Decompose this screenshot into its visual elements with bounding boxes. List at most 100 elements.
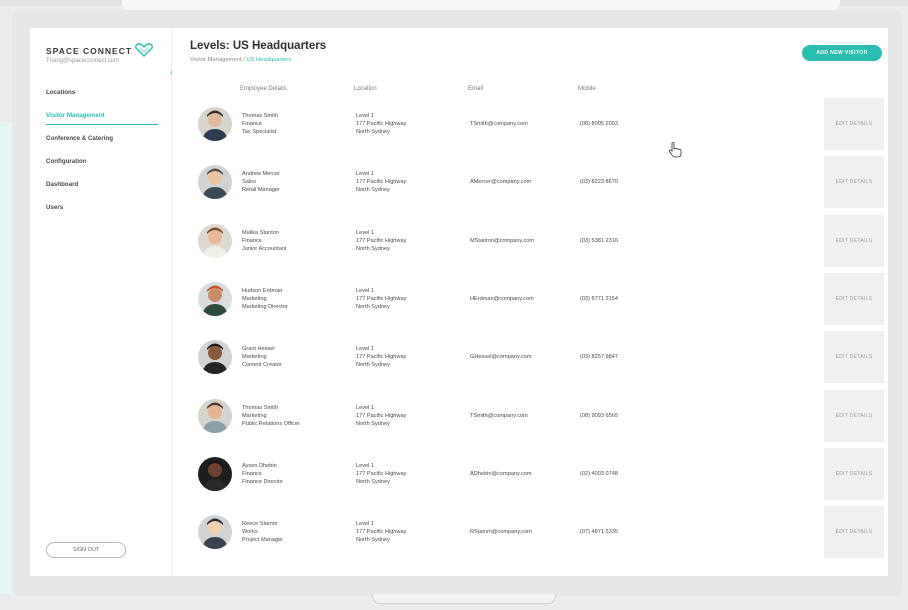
employee-department: Sales	[242, 179, 256, 186]
column-header-employee[interactable]: Employee Details	[240, 86, 287, 92]
location-suburb: North Sydney	[356, 187, 390, 194]
location-details: Level 1 177 Pacific Highway North Sydney	[356, 345, 406, 369]
edit-details-button[interactable]: EDIT DETAILS	[824, 447, 884, 500]
table-row[interactable]: Thomas Smith Marketing Public Relations …	[190, 389, 884, 442]
edit-details-button[interactable]: EDIT DETAILS	[824, 214, 884, 267]
mobile: (03) 8257 9847	[580, 354, 618, 361]
employee-name: Andrew Mercer	[242, 171, 280, 178]
location-details: Level 1 177 Pacific Highway North Sydney	[356, 520, 406, 544]
location-suburb: North Sydney	[356, 478, 390, 485]
mobile: (08) 8005 2093	[580, 121, 618, 127]
column-header-mobile[interactable]: Mobile	[578, 86, 596, 92]
location-details: Level 1 177 Pacific Highway North Sydney	[356, 462, 406, 486]
location-level: Level 1	[356, 521, 375, 528]
chevron-left-icon[interactable]: ‹	[170, 68, 176, 78]
person-icon	[198, 223, 232, 258]
app-screen: SPACE CONNECT Tnang@spaceconnect.com ‹ L…	[30, 28, 888, 576]
page-title: Levels: US Headquarters	[190, 40, 327, 52]
mobile: (03) 6771 2154	[580, 295, 618, 302]
sidebar-item-configuration[interactable]: Configuration	[46, 155, 158, 178]
employee-department: Finance	[242, 470, 262, 477]
employee-role: Tax Specialist	[242, 129, 277, 135]
location-level: Level 1	[356, 346, 375, 353]
email[interactable]: RStamm@company.com	[470, 528, 532, 536]
email[interactable]: GHessel@company.com	[470, 353, 532, 361]
location-street: 177 Pacific Highway	[356, 179, 407, 186]
person-icon	[198, 398, 232, 433]
location-details: Level 1 177 Pacific Highway North Sydney	[356, 229, 406, 253]
table-row[interactable]: Grant Hessel Marketing Content Creator L…	[190, 331, 884, 384]
table-row[interactable]: Aysen Dhebin Finance Finance Director Le…	[190, 447, 884, 500]
sign-out-button[interactable]: SIGN OUT	[46, 542, 126, 558]
email[interactable]: ADhebin@company.com	[470, 470, 532, 478]
sidebar-item-locations[interactable]: Locations	[46, 86, 158, 109]
mobile: (08) 9093 6565	[580, 412, 618, 419]
location-details: Level 1 177 Pacific Highway North Sydney	[356, 404, 406, 428]
add-visitor-button[interactable]: ADD NEW VISITOR	[802, 45, 882, 61]
sidebar-item-users[interactable]: Users	[46, 201, 158, 224]
location-street: 177 Pacific Highway	[356, 470, 407, 477]
email[interactable]: AMercer@company.com	[470, 178, 531, 186]
avatar	[198, 165, 232, 200]
employee-details: Thomas Smith Marketing Public Relations …	[242, 404, 300, 428]
employee-role: Public Relations Officer	[242, 420, 301, 427]
breadcrumb: Visitor Management / US Headquarters	[190, 57, 291, 63]
location-street: 177 Pacific Highway	[356, 295, 407, 302]
employee-department: Marketing	[242, 295, 267, 302]
sidebar-item-conference-catering[interactable]: Conference & Catering	[46, 132, 158, 155]
table-row[interactable]: Reece Stamm Works Project Manager Level …	[190, 506, 884, 559]
avatar	[198, 398, 232, 433]
email[interactable]: MStanton@company.com	[470, 237, 534, 245]
location-details: Level 1 177 Pacific Highway North Sydney	[356, 112, 406, 136]
person-icon	[198, 281, 232, 316]
employee-department: Marketing	[242, 354, 267, 361]
edit-details-button[interactable]: EDIT DETAILS	[824, 506, 884, 559]
person-icon	[198, 340, 232, 375]
edit-details-button[interactable]: EDIT DETAILS	[824, 98, 884, 150]
table-row[interactable]: Andrew Mercer Sales Retail Manager Level…	[190, 156, 884, 209]
location-level: Level 1	[356, 404, 375, 411]
location-level: Level 1	[356, 287, 375, 294]
location-street: 177 Pacific Highway	[356, 354, 407, 361]
email[interactable]: TSmith@company.com	[470, 412, 528, 420]
location-details: Level 1 177 Pacific Highway North Sydney	[356, 170, 406, 194]
employee-name: Malika Stanton	[242, 229, 280, 236]
employee-department: Finance	[242, 237, 262, 244]
laptop-base	[372, 594, 556, 604]
column-header-location[interactable]: Location	[354, 86, 377, 92]
column-header-email[interactable]: Email	[468, 86, 483, 92]
location-level: Level 1	[356, 113, 375, 119]
employee-details: Thomas Smith Finance Tax Specialist	[242, 112, 278, 136]
employee-name: Hudson Erdman	[242, 287, 283, 294]
employee-details: Reece Stamm Works Project Manager	[242, 520, 283, 544]
employee-role: Finance Director	[242, 478, 284, 485]
person-icon	[198, 165, 232, 200]
edit-details-button[interactable]: EDIT DETAILS	[824, 389, 884, 442]
edit-details-button[interactable]: EDIT DETAILS	[824, 156, 884, 209]
employee-department: Works	[242, 529, 258, 536]
employee-role: Project Manager	[242, 537, 284, 544]
table-row[interactable]: Hudson Erdman Marketing Marketing Direct…	[190, 272, 884, 325]
avatar	[198, 107, 232, 141]
employee-name: Reece Stamm	[242, 521, 278, 528]
employee-role: Retail Manager	[242, 187, 280, 194]
avatar	[198, 281, 232, 316]
sidebar-item-dashboard[interactable]: Dashboard	[46, 178, 158, 201]
location-level: Level 1	[356, 229, 375, 236]
location-suburb: North Sydney	[356, 420, 390, 427]
table-row[interactable]: Malika Stanton Finance Junior Accountant…	[190, 214, 884, 267]
sidebar-item-visitor-management[interactable]: Visitor Management	[46, 109, 158, 125]
edit-details-button[interactable]: EDIT DETAILS	[824, 331, 884, 384]
employee-role: Marketing Director	[242, 303, 288, 310]
mobile: (02) 4003 0748	[580, 470, 618, 477]
breadcrumb-root[interactable]: Visitor Management	[190, 57, 241, 63]
email[interactable]: TSmith@company.com	[470, 120, 528, 128]
location-street: 177 Pacific Highway	[356, 237, 407, 244]
edit-details-button[interactable]: EDIT DETAILS	[824, 272, 884, 325]
employee-details: Grant Hessel Marketing Content Creator	[242, 345, 282, 369]
table-row[interactable]: Thomas Smith Finance Tax Specialist Leve…	[190, 98, 884, 150]
brand-name: SPACE CONNECT	[46, 46, 133, 56]
location-level: Level 1	[356, 171, 375, 178]
employee-name: Aysen Dhebin	[242, 462, 277, 469]
email[interactable]: HErdman@company.com	[470, 295, 534, 303]
